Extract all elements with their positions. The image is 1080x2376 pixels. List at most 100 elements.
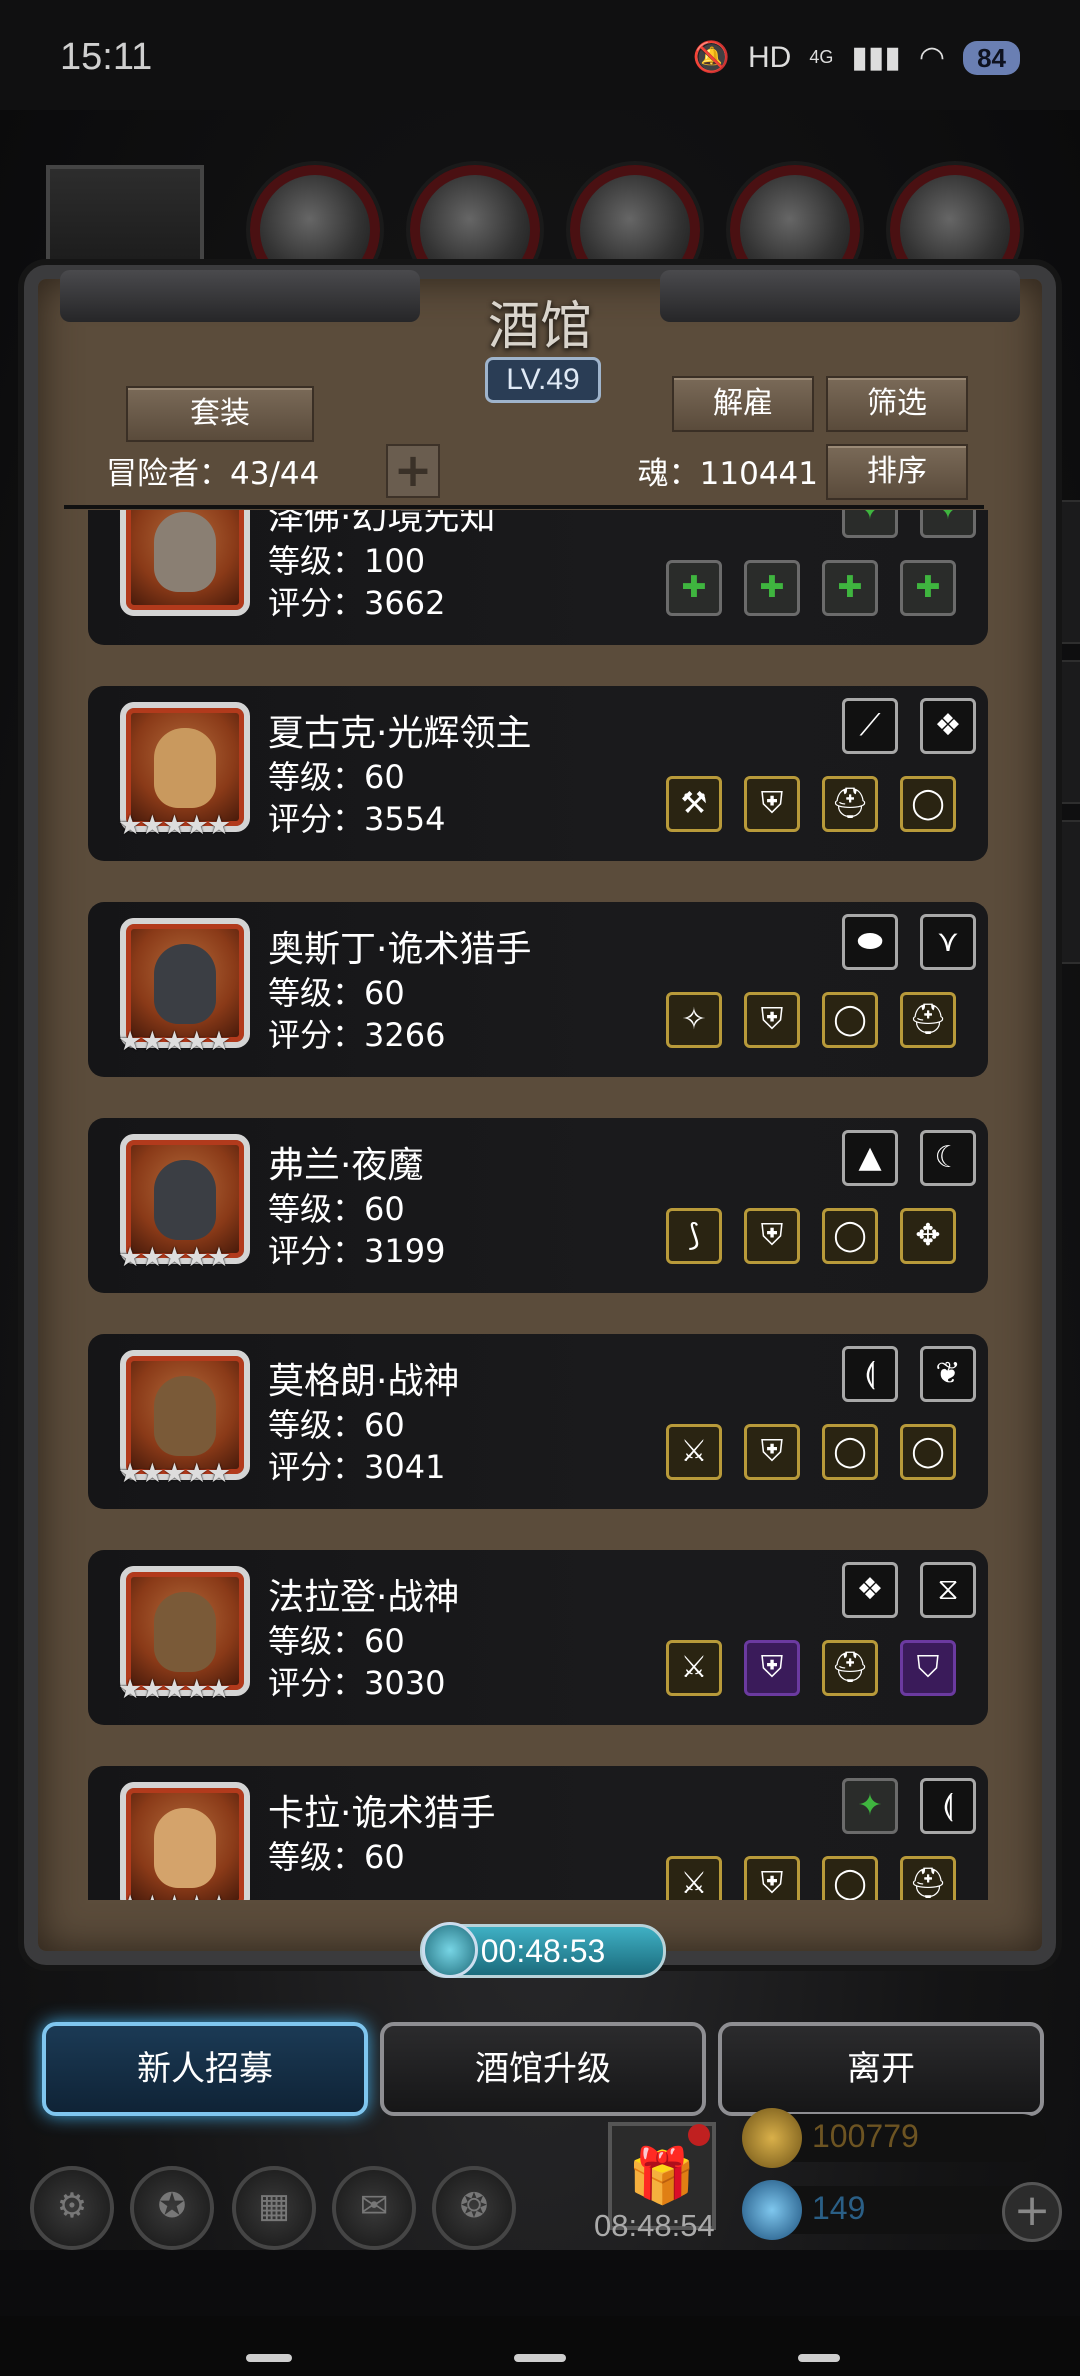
dagger-icon[interactable]: ⟋ — [842, 698, 898, 754]
armor-icon[interactable]: ⛨ — [744, 776, 800, 832]
hero-card[interactable]: ★★★★★ 夏古克·光辉领主 等级：60 评分：3554 ⟋ ❖ ⚒ ⛨ ⛑ ◯ — [88, 686, 988, 861]
hero-avatar[interactable] — [120, 510, 250, 616]
add-gems-button[interactable]: + — [1002, 2182, 1062, 2242]
frame-ornament-left — [60, 270, 420, 322]
ring-icon[interactable]: ◯ — [822, 1208, 878, 1264]
hero-card[interactable]: 泽佛·幻境先知等级：100评分：3662✦✦✚✚✚✚ — [88, 510, 988, 645]
gem-slot-icon[interactable]: ✦ — [842, 1778, 898, 1834]
battery-badge: 84 — [963, 40, 1020, 75]
hero-stars: ★★★★★ — [118, 810, 231, 841]
claw-icon[interactable]: ⋎ — [920, 914, 976, 970]
system-nav-bar — [0, 2316, 1080, 2376]
plus-icon[interactable]: ✚ — [744, 560, 800, 616]
hero-level: 等级：60 — [268, 758, 405, 796]
side-tab[interactable] — [1054, 820, 1080, 964]
gem-icon — [742, 2180, 802, 2240]
gold-amount: 100779 — [812, 2118, 919, 2154]
upgrade-tavern-button[interactable]: 酒馆升级 — [380, 2022, 706, 2116]
hero-name: 莫格朗·战神 — [268, 1361, 460, 1402]
side-tab[interactable] — [1054, 660, 1080, 804]
sort-button[interactable]: 排序 — [826, 444, 968, 500]
weapon-icon[interactable]: ⚔ — [666, 1856, 722, 1900]
add-adventurer-slot-button[interactable]: + — [386, 444, 440, 498]
nav-back-button[interactable] — [798, 2354, 840, 2362]
gem-icon[interactable]: ⬬ — [842, 914, 898, 970]
ring-icon[interactable]: ◯ — [900, 1424, 956, 1480]
bow-icon[interactable]: ⟬ — [920, 1778, 976, 1834]
wifi-icon: ◠ — [918, 41, 946, 74]
hero-card[interactable]: ★★★★★ 莫格朗·战神 等级：60 评分：3041 ⟬ ❦ ⚔ ⛨ ◯ ◯ — [88, 1334, 988, 1509]
filter-button[interactable]: 筛选 — [826, 376, 968, 432]
hero-score: 评分：3041 — [268, 1448, 446, 1486]
hero-score: 评分：3554 — [268, 800, 446, 838]
hero-face — [154, 1160, 216, 1240]
helmet-icon[interactable]: ⛑ — [822, 776, 878, 832]
hero-level: 等级：60 — [268, 1838, 405, 1876]
dismiss-button[interactable]: 解雇 — [672, 376, 814, 432]
battle-axe-icon[interactable]: ⚔ — [666, 1424, 722, 1480]
side-tab[interactable] — [1054, 500, 1080, 644]
hero-level: 等级：60 — [268, 1406, 405, 1444]
mute-icon: 🔕 — [692, 41, 730, 74]
helmet-icon[interactable]: ⛑ — [900, 992, 956, 1048]
outfit-button[interactable]: 套装 — [126, 386, 314, 442]
armor-icon[interactable]: ⛨ — [744, 1208, 800, 1264]
hero-stars: ★★★★★ — [118, 1890, 231, 1900]
mail-icon[interactable]: ✉ — [332, 2166, 416, 2250]
shield-icon[interactable]: ⛉ — [900, 1640, 956, 1696]
emblem-icon[interactable]: ✪ — [130, 2166, 214, 2250]
ring-icon[interactable]: ◯ — [822, 992, 878, 1048]
hero-card[interactable]: ★★★★★ 卡拉·诡术猎手等级：60 ✦ ⟬ ⚔ ⛨ ◯ ⛑ — [88, 1766, 988, 1900]
armor-icon[interactable]: ⛨ — [744, 1640, 800, 1696]
hero-card[interactable]: ★★★★★ 奥斯丁·诡术猎手 等级：60 评分：3266 ⬬ ⋎ ✧ ⛨ ◯ ⛑ — [88, 902, 988, 1077]
syringe-icon[interactable]: ✚ — [666, 560, 722, 616]
armor-icon[interactable]: ⛨ — [744, 1856, 800, 1900]
hero-face — [154, 944, 216, 1024]
hero-score: 评分：3662 — [268, 584, 446, 622]
hero-list[interactable]: 泽佛·幻境先知等级：100评分：3662✦✦✚✚✚✚★★★★★夏古克·光辉领主等… — [88, 510, 988, 1900]
helmet-icon[interactable]: ⛑ — [900, 1856, 956, 1900]
leave-button[interactable]: 离开 — [718, 2022, 1044, 2116]
nav-menu-button[interactable] — [246, 2354, 292, 2362]
hero-level: 等级：60 — [268, 1622, 405, 1660]
hero-face — [154, 1808, 216, 1888]
hero-card[interactable]: ★★★★★ 法拉登·战神 等级：60 评分：3030 ❖ ⧖ ⚔ ⛨ ⛑ ⛉ — [88, 1550, 988, 1725]
adventurer-count: 冒险者：43/44 — [106, 456, 320, 492]
panel-title: 酒馆 — [487, 297, 592, 357]
ring-icon[interactable]: ◯ — [822, 1424, 878, 1480]
plus-circle-icon[interactable]: ✚ — [822, 560, 878, 616]
gear-icon[interactable]: ⚙ — [30, 2166, 114, 2250]
map-icon[interactable]: ▦ — [232, 2166, 316, 2250]
axe-icon[interactable]: ⚒ — [666, 776, 722, 832]
scroll-icon[interactable]: ⧖ — [920, 1562, 976, 1618]
crystal-icon[interactable]: ❖ — [920, 698, 976, 754]
gem-amount: 149 — [812, 2190, 866, 2226]
feather-icon[interactable]: ❦ — [920, 1346, 976, 1402]
plus-circle-icon[interactable]: ✚ — [900, 560, 956, 616]
network-label: 4G — [809, 47, 834, 67]
gem-slot-icon[interactable]: ✦ — [920, 510, 976, 538]
battle-axe-icon[interactable]: ⚔ — [666, 1640, 722, 1696]
hero-score: 评分：3199 — [268, 1232, 446, 1270]
armor-icon[interactable]: ⛨ — [744, 992, 800, 1048]
nav-home-button[interactable] — [514, 2354, 566, 2362]
crystal-icon[interactable]: ❖ — [842, 1562, 898, 1618]
hero-stars: ★★★★★ — [118, 1458, 231, 1489]
ring-icon[interactable]: ◯ — [822, 1856, 878, 1900]
horn-icon[interactable]: ☾ — [920, 1130, 976, 1186]
armor-icon[interactable]: ⛨ — [744, 1424, 800, 1480]
signal-icon: ▮▮▮ — [851, 41, 901, 74]
helmet-icon[interactable]: ⛑ — [822, 1640, 878, 1696]
staff-icon[interactable]: ✧ — [666, 992, 722, 1048]
amulet-icon[interactable]: ✥ — [900, 1208, 956, 1264]
hood-icon[interactable]: ▲ — [842, 1130, 898, 1186]
recruit-button[interactable]: 新人招募 — [42, 2022, 368, 2116]
bow-icon[interactable]: ⟬ — [842, 1346, 898, 1402]
gem-slot-icon[interactable]: ✦ — [842, 510, 898, 538]
scimitar-icon[interactable]: ⟆ — [666, 1208, 722, 1264]
ring-icon[interactable]: ◯ — [900, 776, 956, 832]
hero-stars: ★★★★★ — [118, 1026, 231, 1057]
hero-avatar[interactable] — [120, 1782, 250, 1900]
guild-icon[interactable]: ❂ — [432, 2166, 516, 2250]
hero-card[interactable]: ★★★★★ 弗兰·夜魔 等级：60 评分：3199 ▲ ☾ ⟆ ⛨ ◯ ✥ — [88, 1118, 988, 1293]
